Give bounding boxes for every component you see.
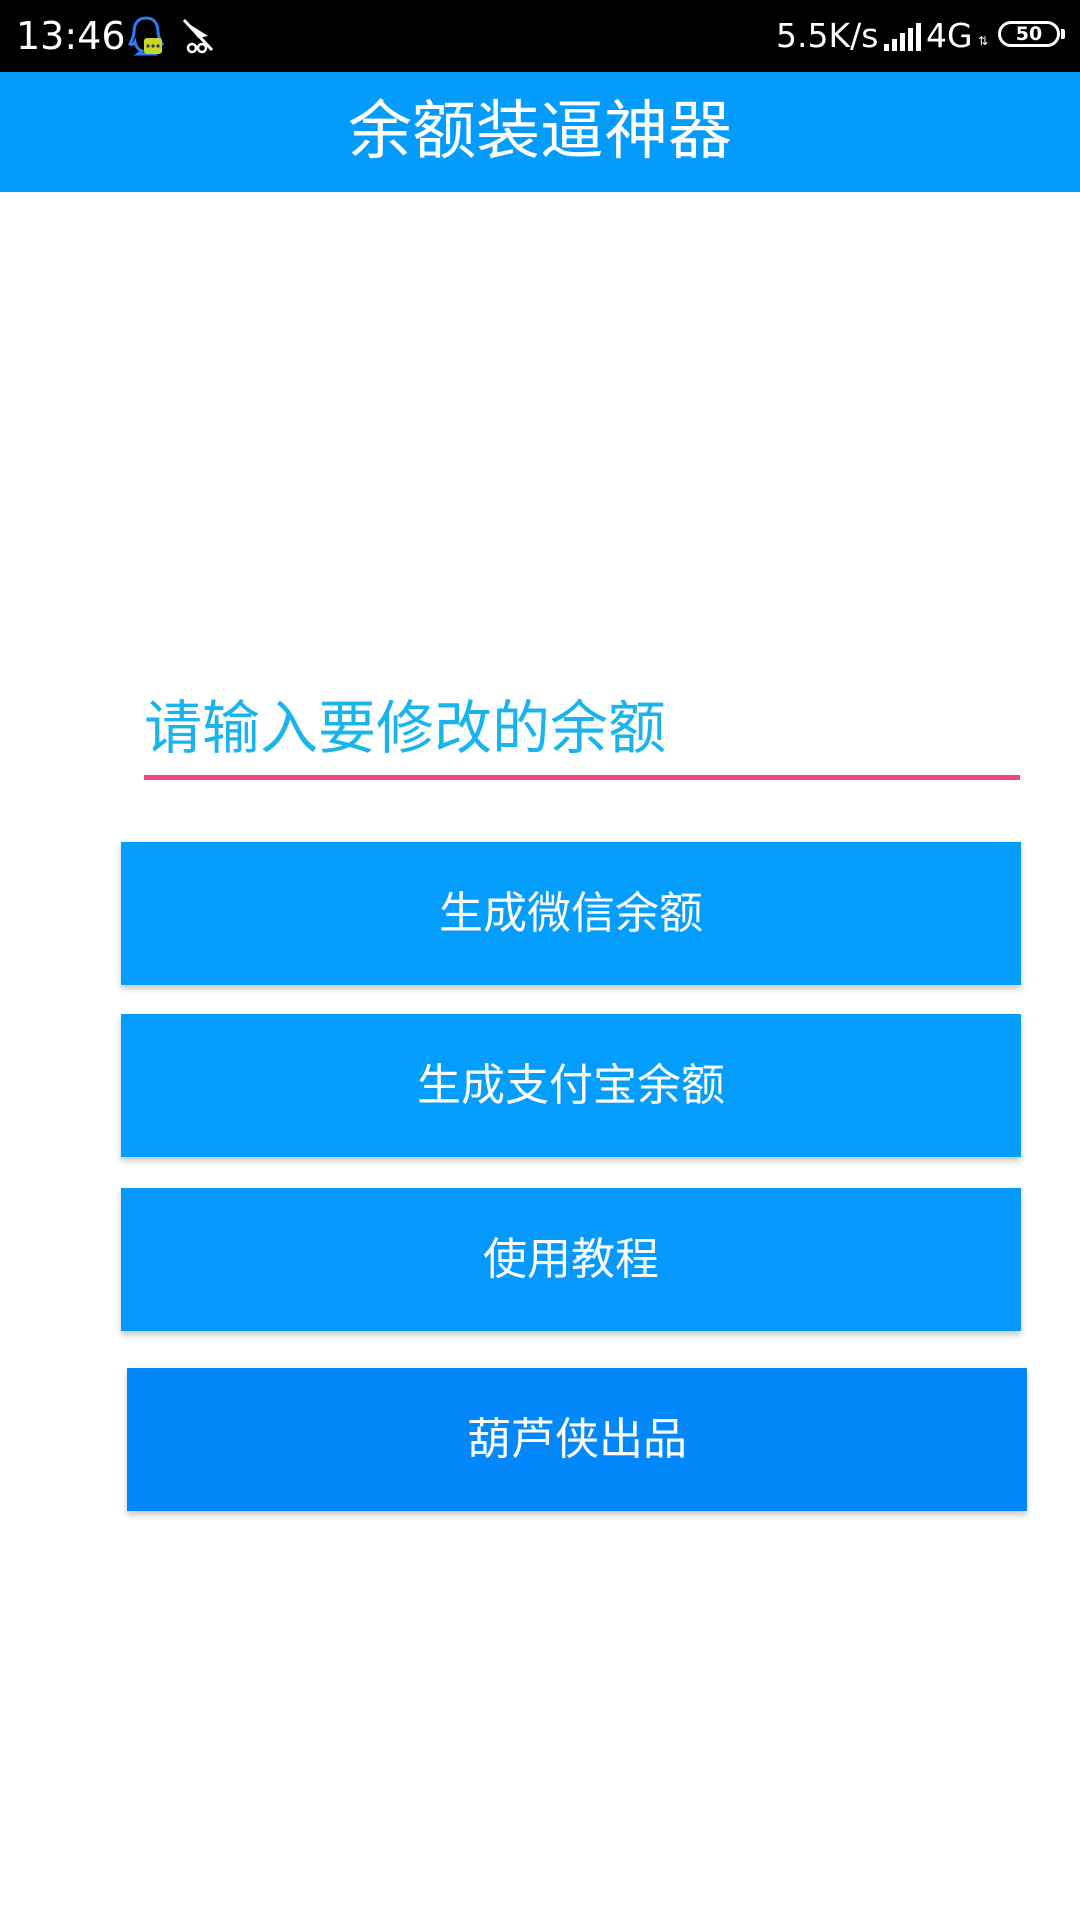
send-icon — [178, 16, 218, 56]
battery-tip — [1061, 29, 1065, 39]
app-bar: 余额装逼神器 — [0, 72, 1080, 192]
status-time: 13:46 — [16, 14, 126, 58]
amount-input[interactable] — [144, 680, 1020, 780]
credit-button[interactable]: 葫芦侠出品 — [127, 1368, 1027, 1511]
generate-wechat-balance-button[interactable]: 生成微信余额 — [121, 842, 1021, 985]
generate-alipay-balance-button[interactable]: 生成支付宝余额 — [121, 1014, 1021, 1157]
tutorial-button[interactable]: 使用教程 — [121, 1188, 1021, 1331]
page-title: 余额装逼神器 — [348, 95, 732, 169]
battery-level: 50 — [1015, 23, 1043, 45]
network-activity-icon: ⇅ — [978, 34, 989, 48]
qq-icon — [126, 14, 166, 58]
network-type: 4G — [926, 16, 973, 55]
battery-icon: 50 — [998, 21, 1060, 47]
signal-icon — [882, 22, 922, 52]
net-speed: 5.5K/s — [776, 16, 879, 55]
